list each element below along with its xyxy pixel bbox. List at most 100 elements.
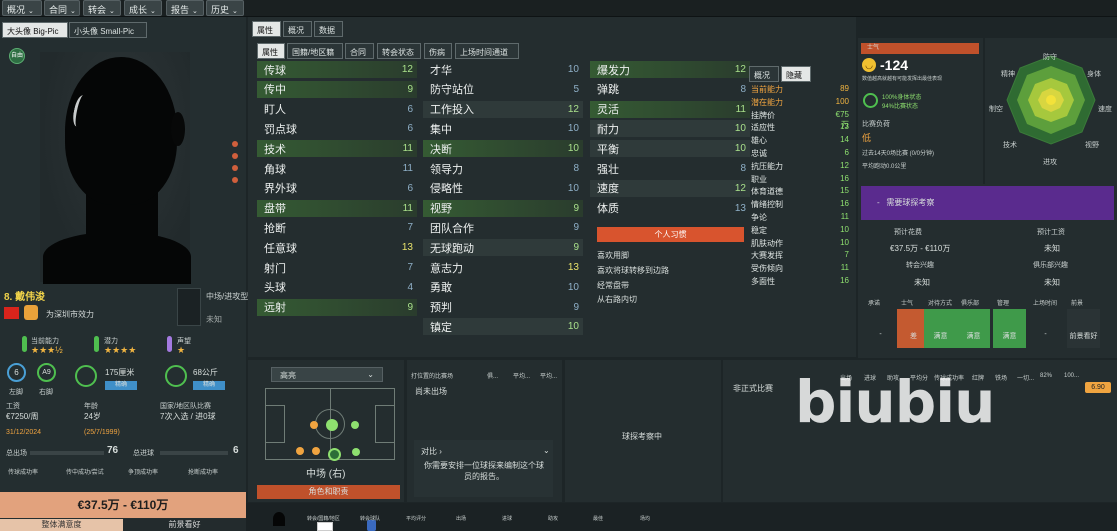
match-condition: 94%比赛状态 xyxy=(882,104,919,110)
hidden-attribute-row: 肌肤动作 10 xyxy=(751,238,849,251)
nav-contract[interactable]: 合同 ⌄ xyxy=(44,0,80,16)
attribute-row[interactable]: 盘带 11 xyxy=(257,199,417,217)
dropdown-label: 高亮 xyxy=(280,371,296,380)
relationship-value: - xyxy=(879,331,882,338)
subtab-injuries[interactable]: 伤病 xyxy=(424,43,452,59)
attribute-row[interactable]: 任意球 13 xyxy=(257,239,417,256)
attribute-row[interactable]: 平衡 10 xyxy=(590,140,750,158)
hidden-attribute-name: 抗压能力 xyxy=(751,161,783,171)
attribute-row[interactable]: 耐力 10 xyxy=(590,120,750,138)
attribute-row[interactable]: 射门 7 xyxy=(257,259,417,276)
fin-value: €37.5万 - €110万 xyxy=(890,244,951,253)
fin2-value: 未知 xyxy=(914,278,930,287)
attribute-value: 9 xyxy=(407,83,413,95)
no-appearances: 尚未出场 xyxy=(415,387,447,396)
hidden-attribute-row: 潜在能力 100 xyxy=(751,97,849,110)
subtab-playing-time[interactable]: 上场时间通道 xyxy=(455,43,519,59)
attribute-value: 11 xyxy=(735,103,746,115)
club-name[interactable]: 为深圳市效力 xyxy=(46,309,94,320)
attribute-row[interactable]: 才华 10 xyxy=(423,61,583,78)
attribute-row[interactable]: 技术 11 xyxy=(257,140,417,158)
subtab-nationality[interactable]: 国籍/地区籍 xyxy=(287,43,343,59)
attribute-row[interactable]: 爆发力 12 xyxy=(590,61,750,78)
age-header: 年龄 xyxy=(84,403,98,410)
tab-small-pic[interactable]: 小头像 Small-Pic xyxy=(69,22,147,38)
attribute-row[interactable]: 决断 10 xyxy=(423,140,583,158)
tab-hidden[interactable]: 隐藏 xyxy=(781,66,811,82)
attribute-row[interactable]: 勇敢 10 xyxy=(423,279,583,296)
hidden-attribute-value: 12 xyxy=(840,160,849,170)
attribute-row[interactable]: 意志力 13 xyxy=(423,259,583,276)
attribute-row[interactable]: 远射 9 xyxy=(257,298,417,316)
position-name: 中场 (右) xyxy=(306,469,346,480)
attribute-row[interactable]: 角球 11 xyxy=(257,160,417,177)
tab-satisfaction[interactable]: 整体满意度 xyxy=(0,519,123,531)
morale-header: 士气 xyxy=(861,43,979,54)
morale-sub: 数值越高就越有可能发挥出最佳表现 xyxy=(862,76,943,82)
nav-growth[interactable]: 成长 ⌄ xyxy=(124,0,162,16)
subtab-attributes[interactable]: 属性 xyxy=(257,43,285,59)
chevron-down-icon[interactable]: ⌄ xyxy=(543,446,550,455)
attribute-row[interactable]: 集中 10 xyxy=(423,120,583,137)
attribute-row[interactable]: 盯人 6 xyxy=(257,101,417,118)
attribute-row[interactable]: 传球 12 xyxy=(257,61,417,78)
attribute-row[interactable]: 罚点球 6 xyxy=(257,120,417,137)
hidden-attribute-row: 大赛发挥 7 xyxy=(751,250,849,263)
attribute-row[interactable]: 头球 4 xyxy=(257,279,417,296)
attribute-row[interactable]: 预判 9 xyxy=(423,299,583,316)
habit-item: 从右路内切 xyxy=(597,295,637,304)
total-apps-value: 76 xyxy=(107,445,119,456)
nav-transfer[interactable]: 转会 ⌄ xyxy=(83,0,121,16)
tab-big-pic[interactable]: 大头像 Big-Pic xyxy=(2,22,68,38)
compare-label[interactable]: 对比 › xyxy=(421,446,442,457)
fin2-header: 俱乐部兴趣 xyxy=(1033,262,1068,269)
habit-item: 喜欢用脚 xyxy=(597,251,629,260)
nav-report[interactable]: 报告 ⌄ xyxy=(166,0,204,16)
attribute-row[interactable]: 传中 9 xyxy=(257,80,417,98)
attribute-name: 抢断 xyxy=(264,222,286,235)
stats-header: 铁场 xyxy=(995,376,1008,382)
attribute-row[interactable]: 弹跳 8 xyxy=(590,81,750,98)
role-button[interactable]: 角色和职责 xyxy=(257,485,400,499)
attribute-row[interactable]: 无球跑动 9 xyxy=(423,239,583,257)
highlight-dropdown[interactable]: 高亮 ⌄ xyxy=(271,367,383,382)
attribute-row[interactable]: 抢断 7 xyxy=(257,219,417,236)
tab-hidden-overview[interactable]: 概况 xyxy=(749,66,779,82)
nav-history[interactable]: 历史 ⌄ xyxy=(206,0,244,16)
attribute-name: 技术 xyxy=(264,143,286,156)
attribute-row[interactable]: 速度 12 xyxy=(590,179,750,197)
attribute-row[interactable]: 界外球 6 xyxy=(257,180,417,197)
scout-banner[interactable]: - 需要球探考察 xyxy=(861,186,1114,220)
relationship-value: 满意 xyxy=(957,309,990,348)
hidden-attribute-name: 适应性 xyxy=(751,123,775,133)
attribute-value: 6 xyxy=(407,123,413,135)
attribute-row[interactable]: 领导力 8 xyxy=(423,160,583,177)
subtab-contract[interactable]: 合同 xyxy=(345,43,374,59)
attribute-value: 13 xyxy=(567,262,579,273)
attribute-row[interactable]: 灵活 11 xyxy=(590,100,750,118)
value-banner: €37.5万 - €110万 xyxy=(0,492,246,518)
attribute-row[interactable]: 强壮 8 xyxy=(590,160,750,177)
tab-data[interactable]: 数据 xyxy=(314,21,343,37)
attribute-row[interactable]: 镇定 10 xyxy=(423,318,583,336)
attribute-row[interactable]: 侵略性 10 xyxy=(423,180,583,197)
attribute-row[interactable]: 团队合作 9 xyxy=(423,219,583,236)
relationship-value: - xyxy=(1044,331,1047,338)
nav-overview[interactable]: 概况 ⌄ xyxy=(2,0,42,16)
stats-header: 100... xyxy=(1064,373,1080,379)
position-sub: 未知 xyxy=(206,315,222,324)
dob: (25/7/1999) xyxy=(84,429,120,436)
tab-overview[interactable]: 概况 xyxy=(283,21,312,37)
attribute-row[interactable]: 防守站位 5 xyxy=(423,81,583,98)
attribute-row[interactable]: 体质 13 xyxy=(590,200,750,217)
hidden-attribute-row: 情绪控制 16 xyxy=(751,199,849,212)
attribute-row[interactable]: 工作投入 12 xyxy=(423,100,583,118)
tab-prospects[interactable]: 前景看好 xyxy=(123,519,246,531)
habit-item: 经常盘带 xyxy=(597,281,629,290)
subtab-transfer-status[interactable]: 转会状态 xyxy=(377,43,421,59)
attribute-name: 平衡 xyxy=(597,143,619,156)
attribute-row[interactable]: 视野 9 xyxy=(423,199,583,217)
weight-tag: 精确 xyxy=(193,381,225,390)
tab-attributes[interactable]: 属性 xyxy=(252,21,281,37)
relationship-header: 承诺 xyxy=(868,301,881,307)
